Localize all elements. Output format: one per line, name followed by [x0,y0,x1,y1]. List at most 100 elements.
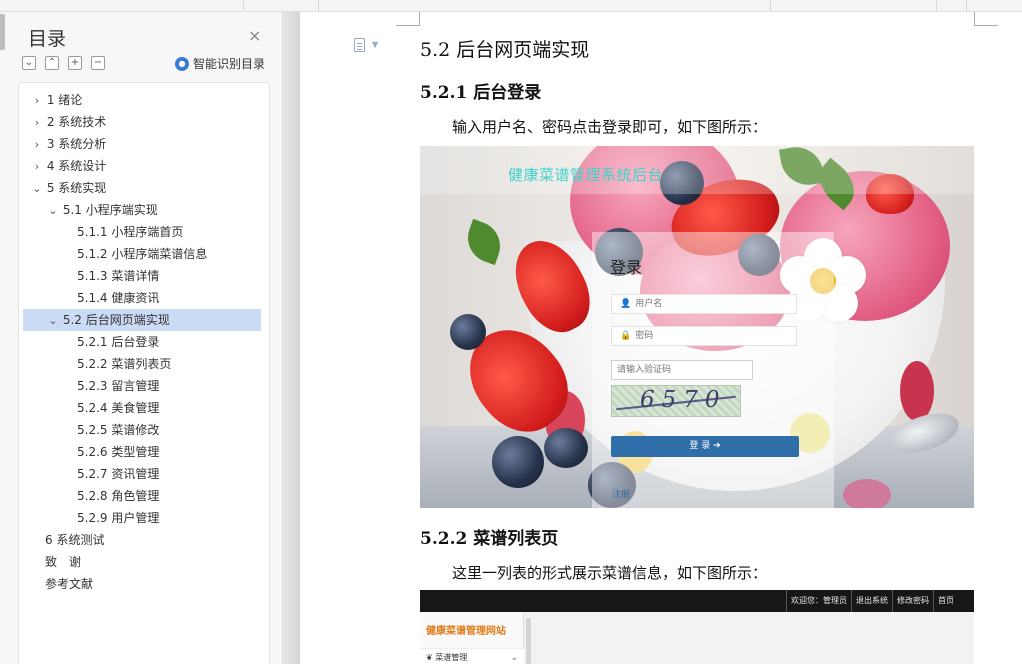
captcha-input[interactable]: 请输入验证码 [611,360,753,380]
recipe-list-screenshot: 欢迎您：管理员 退出系统 修改密码 首页 健康菜谱管理网站 ❦ 菜谱管理 ⌄ [420,590,974,664]
chevron-down-icon[interactable]: ⌄ [31,178,43,200]
expand-up-button[interactable]: ⌃ [45,56,59,70]
toc-item-5-1-1[interactable]: 5.1.1 小程序端首页 [23,221,261,243]
caret-down-icon: ▼ [372,40,379,49]
document-outline-icon[interactable]: ▼ [354,38,382,54]
admin-brand: 健康菜谱管理网站 [426,626,506,637]
bowl-dot [900,361,934,421]
home-link[interactable]: 首页 [933,590,958,612]
login-screenshot: 健康菜谱管理系统后台 登录 👤 用户名 🔒 密码 请输入验证码 6570 登 录 ➔… [420,146,974,508]
chevron-right-icon[interactable]: › [31,112,43,134]
toc-item-label: 致 谢 [45,555,82,569]
toc-item-5-1-2[interactable]: 5.1.2 小程序端菜谱信息 [23,243,261,265]
toc-item-label: 5.2.5 菜谱修改 [77,423,160,437]
toc-item-3[interactable]: › 3 系统分析 [23,133,261,155]
toc-item-label: 6 系统测试 [45,533,105,547]
site-title: 健康菜谱管理系统后台 [508,166,664,184]
admin-sidebar: 健康菜谱管理网站 ❦ 菜谱管理 ⌄ [420,612,524,664]
page-gutter [284,12,300,664]
ruler-divider [966,0,967,11]
leaf-icon: ❦ [426,653,433,662]
toc-item-5[interactable]: ⌄ 5 系统实现 [23,177,261,199]
close-icon[interactable]: × [248,26,261,45]
page-icon [354,38,365,52]
toc-item-5-2-9[interactable]: 5.2.9 用户管理 [23,507,261,529]
username-placeholder: 用户名 [635,299,663,309]
toc-item-4[interactable]: › 4 系统设计 [23,155,261,177]
paragraph-5-2-2: 这里一列表的形式展示菜谱信息，如下图所示： [452,564,768,582]
heading-5-2: 5.2 后台网页端实现 [420,39,590,61]
chevron-right-icon[interactable]: › [31,134,43,156]
password-input[interactable]: 🔒 密码 [611,326,797,346]
top-strip [0,0,1022,12]
toc-item-5-2[interactable]: ⌄ 5.2 后台网页端实现 [23,309,261,331]
toc-item-references[interactable]: 参考文献 [23,573,261,595]
leaf [460,218,508,266]
heading-5-2-1: 5.2.1 后台登录 [420,83,542,103]
toc-item-label: 1 绪论 [46,93,83,107]
toc-item-5-2-3[interactable]: 5.2.3 留言管理 [23,375,261,397]
ruler-divider [318,0,319,11]
collapse-level-button[interactable]: − [91,56,105,70]
margin-corner-mark [974,12,998,26]
toc-item-5-1[interactable]: ⌄ 5.1 小程序端实现 [23,199,261,221]
chevron-right-icon[interactable]: › [31,90,43,112]
ruler-divider [770,0,771,11]
toc-item-label: 5.2.8 角色管理 [77,489,160,503]
toc-item-6[interactable]: 6 系统测试 [23,529,261,551]
toc-item-2[interactable]: › 2 系统技术 [23,111,261,133]
logout-link[interactable]: 退出系统 [851,590,892,612]
login-button[interactable]: 登 录 ➔ [611,436,799,457]
login-header-bar [420,146,974,194]
username-input[interactable]: 👤 用户名 [611,294,797,314]
toc-item-5-2-8[interactable]: 5.2.8 角色管理 [23,485,261,507]
toc-item-5-2-4[interactable]: 5.2.4 美食管理 [23,397,261,419]
admin-top-bar: 欢迎您：管理员 退出系统 修改密码 首页 [420,590,974,612]
heading-5-2-2: 5.2.2 菜谱列表页 [420,529,559,549]
toc-item-5-2-5[interactable]: 5.2.5 菜谱修改 [23,419,261,441]
chevron-down-icon: ⌄ [510,653,518,663]
blueberry [544,428,588,468]
user-icon: 👤 [620,299,632,309]
toc-item-label: 5.2.1 后台登录 [77,335,160,349]
toc-item-5-2-6[interactable]: 5.2.6 类型管理 [23,441,261,463]
document-page[interactable]: ▼ 5.2 后台网页端实现 5.2.1 后台登录 输入用户名、密码点击登录即可，… [300,12,1022,664]
toc-toolbar: ⌄ ⌃ + − [22,56,105,70]
toc-item-thanks[interactable]: 致 谢 [23,551,261,573]
toc-item-label: 5.1.3 菜谱详情 [77,269,160,283]
toc-item-label: 2 系统技术 [46,115,107,129]
toc-item-5-1-3[interactable]: 5.1.3 菜谱详情 [23,265,261,287]
chevron-right-icon[interactable]: › [31,156,43,178]
expand-level-button[interactable]: + [68,56,82,70]
admin-top-nav: 欢迎您：管理员 退出系统 修改密码 首页 [786,590,958,612]
blueberry [450,314,486,350]
scrollbar[interactable] [526,618,531,664]
toc-sidebar: 目录 × ⌄ ⌃ + − ● 智能识别目录 › 1 绪论 › 2 系统技术 › … [0,12,283,664]
change-password-link[interactable]: 修改密码 [892,590,933,612]
smart-toc-label: 智能识别目录 [193,57,266,71]
smart-toc-button[interactable]: ● 智能识别目录 [175,55,265,72]
login-title: 登录 [610,258,643,277]
toc-item-label: 5.2.7 资讯管理 [77,467,160,481]
sidebar-grip[interactable] [0,14,5,50]
toc-item-5-2-1[interactable]: 5.2.1 后台登录 [23,331,261,353]
register-link[interactable]: 注册 [612,487,630,500]
toc-item-5-2-2[interactable]: 5.2.2 菜谱列表页 [23,353,261,375]
toc-item-5-1-4[interactable]: 5.1.4 健康资讯 [23,287,261,309]
toc-item-5-2-7[interactable]: 5.2.7 资讯管理 [23,463,261,485]
blueberry [492,436,544,488]
chevron-down-icon[interactable]: ⌄ [47,200,59,222]
toc-item-label: 4 系统设计 [46,159,107,173]
toc-item-label: 5.2 后台网页端实现 [62,313,170,327]
toc-item-label: 参考文献 [45,577,94,591]
chevron-down-icon[interactable]: ⌄ [47,310,59,332]
menu-recipe-management[interactable]: ❦ 菜谱管理 ⌄ [420,648,524,664]
ruler-divider [243,0,244,11]
toc-item-label: 5.1.1 小程序端首页 [77,225,184,239]
toc-title: 目录 [28,28,67,50]
toc-list: › 1 绪论 › 2 系统技术 › 3 系统分析 › 4 系统设计 ⌄ 5 系统… [18,82,270,664]
toc-item-1[interactable]: › 1 绪论 [23,89,261,111]
collapse-all-button[interactable]: ⌄ [22,56,36,70]
captcha-image[interactable]: 6570 [611,385,741,417]
toc-item-label: 5.1 小程序端实现 [62,203,158,217]
